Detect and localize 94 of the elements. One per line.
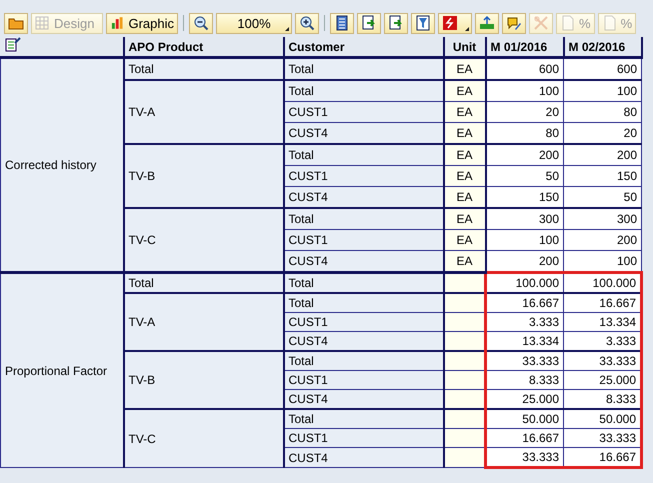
value-cell: 20 bbox=[486, 102, 564, 122]
zoom-in-icon bbox=[299, 15, 315, 31]
product-cell: TV-B bbox=[124, 144, 284, 208]
value-cell: 33.333 bbox=[564, 428, 642, 448]
customer-cell: CUST1 bbox=[284, 102, 444, 122]
document-icon bbox=[602, 15, 618, 31]
value-cell: 200 bbox=[564, 230, 642, 250]
product-cell: TV-B bbox=[124, 351, 284, 409]
upload-icon bbox=[479, 15, 495, 31]
unit-cell: EA bbox=[444, 58, 486, 80]
value-cell: 50 bbox=[486, 166, 564, 186]
toolbar-icon-button[interactable] bbox=[475, 12, 499, 34]
customer-cell: CUST1 bbox=[284, 428, 444, 448]
unit-cell: EA bbox=[444, 230, 486, 250]
customer-cell: Total bbox=[284, 293, 444, 312]
pencil-icon bbox=[506, 15, 522, 31]
unit-cell: EA bbox=[444, 208, 486, 230]
value-cell: 33.333 bbox=[564, 351, 642, 370]
toolbar-icon-button[interactable] bbox=[357, 12, 381, 34]
value-cell: 33.333 bbox=[486, 351, 564, 370]
zoom-dropdown[interactable]: 100% bbox=[216, 12, 292, 34]
value-cell: 600 bbox=[564, 58, 642, 80]
value-cell: 80 bbox=[564, 102, 642, 122]
customer-cell: Total bbox=[284, 351, 444, 370]
value-cell: 300 bbox=[486, 208, 564, 230]
filter-icon bbox=[415, 15, 431, 31]
customer-cell: CUST4 bbox=[284, 186, 444, 208]
document-arrow-icon bbox=[388, 15, 404, 31]
customer-cell: Total bbox=[284, 80, 444, 102]
document-arrow-icon bbox=[361, 15, 377, 31]
value-cell: 150 bbox=[564, 166, 642, 186]
customer-cell: CUST4 bbox=[284, 122, 444, 144]
value-cell: 33.333 bbox=[486, 448, 564, 468]
toolbar-icon-button[interactable] bbox=[330, 12, 354, 34]
toolbar-icon-button[interactable] bbox=[189, 12, 213, 34]
customer-cell: CUST1 bbox=[284, 370, 444, 390]
customer-cell: CUST1 bbox=[284, 230, 444, 250]
value-cell: 25.000 bbox=[486, 390, 564, 409]
value-cell: 100.000 bbox=[486, 272, 564, 293]
product-cell: TV-A bbox=[124, 80, 284, 144]
customer-cell: Total bbox=[284, 272, 444, 293]
customer-cell: Total bbox=[284, 208, 444, 230]
bar-chart-icon bbox=[110, 15, 126, 31]
value-cell: 20 bbox=[564, 122, 642, 144]
product-cell: Total bbox=[124, 272, 284, 293]
value-cell: 25.000 bbox=[564, 370, 642, 390]
settings-icon[interactable] bbox=[4, 37, 20, 53]
customer-cell: CUST1 bbox=[284, 312, 444, 332]
value-cell: 16.667 bbox=[564, 448, 642, 468]
value-cell: 100 bbox=[486, 230, 564, 250]
product-cell: TV-C bbox=[124, 208, 284, 272]
value-cell: 100 bbox=[486, 80, 564, 102]
zoom-out-icon bbox=[193, 15, 209, 31]
customer-cell: Total bbox=[284, 58, 444, 80]
product-cell: TV-C bbox=[124, 409, 284, 468]
unit-cell: EA bbox=[444, 80, 486, 102]
value-cell: 13.334 bbox=[564, 312, 642, 332]
grid-icon bbox=[35, 15, 51, 31]
value-cell: 50 bbox=[564, 186, 642, 208]
toolbar-icon-button[interactable] bbox=[411, 12, 435, 34]
key-figure-cell: Proportional Factor bbox=[0, 272, 124, 468]
value-cell: 13.334 bbox=[486, 332, 564, 351]
unit-cell: EA bbox=[444, 102, 486, 122]
customer-cell: Total bbox=[284, 409, 444, 428]
value-cell: 50.000 bbox=[486, 409, 564, 428]
value-cell: 8.333 bbox=[486, 370, 564, 390]
toolbar-icon-button[interactable] bbox=[502, 12, 526, 34]
customer-cell: CUST1 bbox=[284, 166, 444, 186]
product-cell: TV-A bbox=[124, 293, 284, 351]
value-cell: 300 bbox=[564, 208, 642, 230]
customer-cell: Total bbox=[284, 144, 444, 166]
value-cell: 600 bbox=[486, 58, 564, 80]
key-figure-cell: Corrected history bbox=[0, 58, 124, 272]
customer-cell: CUST4 bbox=[284, 448, 444, 468]
value-cell: 16.667 bbox=[486, 428, 564, 448]
unit-cell: EA bbox=[444, 144, 486, 166]
unit-cell: EA bbox=[444, 166, 486, 186]
toolbar-icon-button[interactable] bbox=[384, 12, 408, 34]
value-cell: 50.000 bbox=[564, 409, 642, 428]
value-cell: 3.333 bbox=[486, 312, 564, 332]
toolbar-icon-button[interactable] bbox=[438, 12, 472, 34]
customer-cell: CUST4 bbox=[284, 250, 444, 272]
value-cell: 100 bbox=[564, 80, 642, 102]
product-cell: Total bbox=[124, 58, 284, 80]
value-cell: 100.000 bbox=[564, 272, 642, 293]
value-cell: 16.667 bbox=[486, 293, 564, 312]
value-cell: 16.667 bbox=[564, 293, 642, 312]
toolbar-icon-button[interactable] bbox=[4, 12, 28, 34]
document-icon bbox=[560, 15, 576, 31]
value-cell: 200 bbox=[486, 144, 564, 166]
value-cell: 200 bbox=[564, 144, 642, 166]
value-cell: 100 bbox=[564, 250, 642, 272]
toolbar-button[interactable]: Graphic bbox=[106, 12, 178, 34]
toolbar-icon-button[interactable] bbox=[295, 12, 319, 34]
